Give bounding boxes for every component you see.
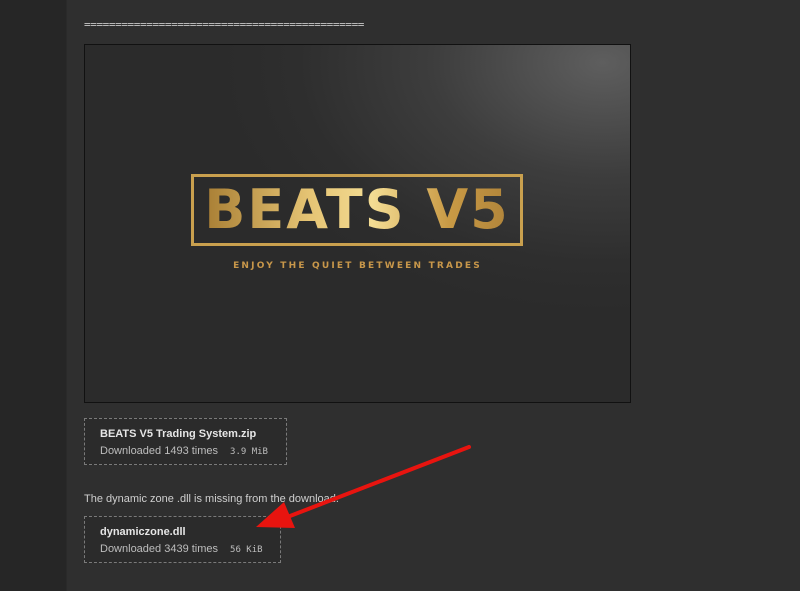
attachment-name-link[interactable]: dynamiczone.dll: [100, 526, 186, 538]
missing-dll-note: The dynamic zone .dll is missing from th…: [84, 493, 339, 505]
download-count: Downloaded 3439 times: [100, 543, 219, 555]
divider-line: ========================================…: [84, 18, 365, 31]
attachment-meta: Downloaded 1493 times 3.9 MiB: [100, 445, 268, 457]
banner-image[interactable]: BEATS V5 ENJOY THE QUIET BETWEEN TRADES: [84, 44, 631, 403]
logo-text: BEATS V5: [204, 178, 510, 241]
attachment-dll[interactable]: dynamiczone.dll Downloaded 3439 times 56 …: [84, 516, 281, 563]
attachment-name-link[interactable]: BEATS V5 Trading System.zip: [100, 428, 256, 440]
attachment-meta: Downloaded 3439 times 56 KiB: [100, 543, 263, 555]
file-size: 3.9 MiB: [230, 447, 268, 457]
attachment-zip[interactable]: BEATS V5 Trading System.zip Downloaded 1…: [84, 418, 287, 465]
left-gutter: [0, 0, 66, 591]
download-count: Downloaded 1493 times: [100, 445, 219, 457]
file-size: 56 KiB: [230, 545, 263, 555]
logo-tagline: ENJOY THE QUIET BETWEEN TRADES: [233, 261, 482, 271]
post-content: ========================================…: [66, 0, 800, 591]
logo-frame: BEATS V5: [191, 174, 523, 246]
